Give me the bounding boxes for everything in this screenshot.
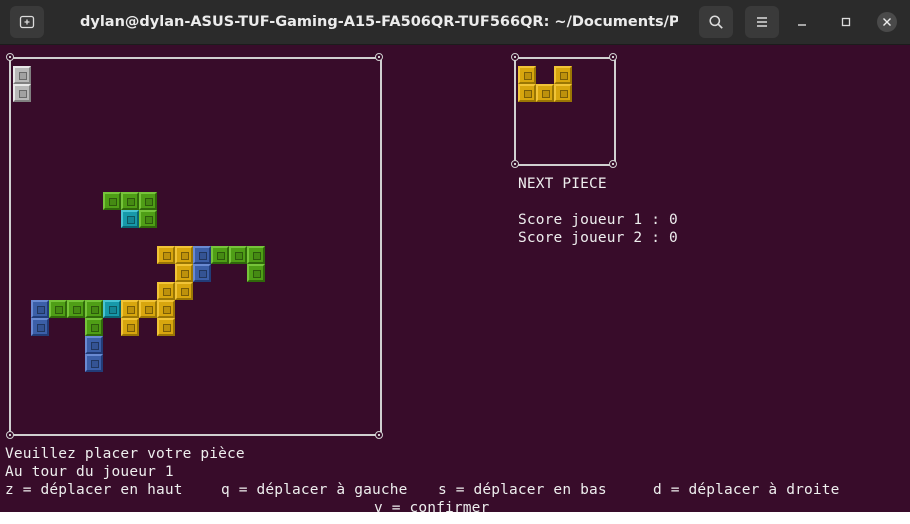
yellow-block	[518, 84, 536, 102]
control-left: q = déplacer à gauche	[221, 482, 408, 498]
green-block	[139, 210, 157, 228]
green-block	[49, 300, 67, 318]
current-player-turn: Au tour du joueur 1	[5, 464, 174, 480]
placement-prompt: Veuillez placer votre pièce	[5, 446, 245, 462]
yellow-block	[175, 264, 193, 282]
control-down: s = déplacer en bas	[438, 482, 607, 498]
white-block	[13, 84, 31, 102]
yellow-block	[536, 84, 554, 102]
new-tab-icon	[19, 15, 35, 29]
blue-block	[85, 354, 103, 372]
next-piece-preview	[518, 66, 572, 102]
yellow-block	[518, 66, 536, 84]
score-player-2: Score joueur 2 : 0	[518, 230, 678, 246]
window-title: dylan@dylan-ASUS-TUF-Gaming-A15-FA506QR-…	[80, 14, 678, 30]
yellow-block	[175, 246, 193, 264]
yellow-block	[175, 282, 193, 300]
new-tab-button[interactable]	[10, 6, 44, 38]
green-block	[211, 246, 229, 264]
yellow-block	[157, 246, 175, 264]
board-corner-top-left	[6, 53, 14, 61]
game-board	[13, 66, 373, 372]
green-block	[121, 192, 139, 210]
menu-button[interactable]	[745, 6, 779, 38]
yellow-block	[157, 300, 175, 318]
yellow-block	[157, 282, 175, 300]
green-block	[85, 318, 103, 336]
minimize-button[interactable]	[792, 12, 812, 32]
score-player-1: Score joueur 1 : 0	[518, 212, 678, 228]
blue-block	[193, 246, 211, 264]
board-corner-bottom-right	[375, 431, 383, 439]
board-corner-bottom-left	[6, 431, 14, 439]
green-block	[67, 300, 85, 318]
next-corner-bottom-left	[511, 160, 519, 168]
next-corner-bottom-right	[609, 160, 617, 168]
maximize-icon	[841, 17, 851, 27]
next-corner-top-left	[511, 53, 519, 61]
title-bar: dylan@dylan-ASUS-TUF-Gaming-A15-FA506QR-…	[0, 0, 910, 45]
search-button[interactable]	[699, 6, 733, 38]
control-right: d = déplacer à droite	[653, 482, 840, 498]
close-icon	[883, 18, 891, 26]
green-block	[247, 264, 265, 282]
green-block	[247, 246, 265, 264]
yellow-block	[554, 66, 572, 84]
next-piece-label: NEXT PIECE	[518, 176, 607, 192]
board-corner-top-right	[375, 53, 383, 61]
blue-block	[193, 264, 211, 282]
green-block	[229, 246, 247, 264]
control-up: z = déplacer en haut	[5, 482, 183, 498]
terminal-window: dylan@dylan-ASUS-TUF-Gaming-A15-FA506QR-…	[0, 0, 910, 524]
yellow-block	[121, 300, 139, 318]
green-block	[139, 192, 157, 210]
cyan-block	[121, 210, 139, 228]
hamburger-menu-icon	[757, 17, 767, 27]
yellow-block	[554, 84, 572, 102]
blue-block	[85, 336, 103, 354]
blue-block	[31, 300, 49, 318]
yellow-block	[121, 318, 139, 336]
next-corner-top-right	[609, 53, 617, 61]
search-icon	[709, 15, 723, 29]
blue-block	[31, 318, 49, 336]
yellow-block	[139, 300, 157, 318]
white-block	[13, 66, 31, 84]
maximize-button[interactable]	[836, 12, 856, 32]
green-block	[103, 192, 121, 210]
minimize-icon	[798, 24, 806, 26]
yellow-block	[157, 318, 175, 336]
green-block	[85, 300, 103, 318]
close-button[interactable]	[877, 12, 897, 32]
cyan-block	[103, 300, 121, 318]
underlying-window-strip	[0, 512, 910, 524]
